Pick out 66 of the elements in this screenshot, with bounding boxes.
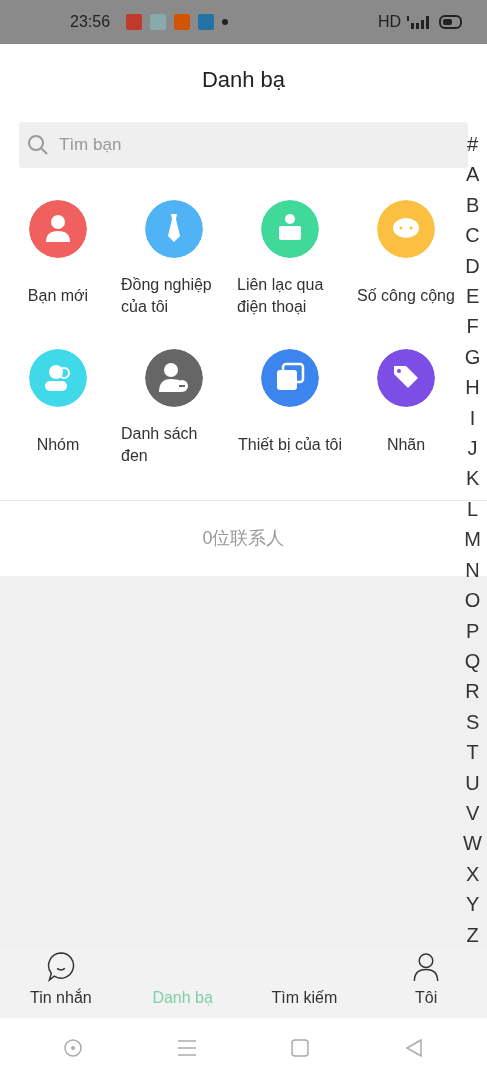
menu-icon[interactable] xyxy=(176,1038,197,1057)
index-letter[interactable]: I xyxy=(469,402,476,434)
chat-icon[interactable] xyxy=(377,200,435,258)
contact-card-icon[interactable] xyxy=(261,200,319,258)
shortcut-label[interactable]: Thiết bị của tôi xyxy=(237,423,343,467)
index-letter[interactable]: Q xyxy=(464,645,481,677)
notification-icon xyxy=(126,14,143,30)
shortcut-label[interactable]: Nhóm xyxy=(36,423,80,467)
index-letter[interactable]: X xyxy=(465,858,480,890)
search-icon xyxy=(27,134,49,156)
battery-icon xyxy=(439,15,463,29)
tag-icon[interactable] xyxy=(377,349,435,407)
index-letter[interactable]: M xyxy=(464,524,481,555)
index-letter[interactable]: D xyxy=(465,250,480,282)
shortcut-label[interactable]: Liên lạc qua điện thoại xyxy=(237,274,343,318)
network-label: HD xyxy=(377,12,401,32)
index-letter[interactable]: Z xyxy=(466,919,479,950)
notification-icon xyxy=(174,14,191,30)
person-icon xyxy=(412,951,441,982)
index-letter[interactable]: U xyxy=(465,767,480,798)
index-letter[interactable]: H xyxy=(465,372,480,403)
tab[interactable]: Tìm kiếm xyxy=(243,950,366,1018)
index-letter[interactable]: P xyxy=(465,615,480,646)
shortcut-label[interactable]: Số công cộng xyxy=(357,274,455,318)
index-letter[interactable]: O xyxy=(464,585,481,616)
search-input[interactable]: Tìm bạn xyxy=(57,131,257,159)
index-letter[interactable]: N xyxy=(465,554,480,586)
back-icon[interactable] xyxy=(404,1037,425,1058)
index-letter[interactable]: A xyxy=(465,159,480,190)
index-letter[interactable]: F xyxy=(466,311,479,342)
notification-icon xyxy=(150,14,167,30)
index-letter[interactable]: W xyxy=(463,828,482,859)
clock-time: 23:56 xyxy=(70,12,111,32)
group-icon[interactable] xyxy=(29,349,87,407)
index-letter[interactable]: J xyxy=(467,433,478,464)
shortcut-label[interactable]: Nhãn xyxy=(386,423,426,467)
index-letter[interactable]: # xyxy=(467,129,479,160)
tab[interactable]: Tin nhắn xyxy=(0,950,122,1018)
person-icon[interactable] xyxy=(29,200,87,258)
index-letter[interactable]: B xyxy=(465,189,480,221)
chat-icon xyxy=(45,951,76,982)
index-letter[interactable]: R xyxy=(465,676,480,707)
shortcut-label[interactable]: Bạn mới xyxy=(27,274,89,318)
notification-icon xyxy=(198,14,215,30)
dot-icon xyxy=(222,19,229,25)
tie-icon[interactable] xyxy=(145,200,203,258)
search-field[interactable]: Tìm bạn xyxy=(19,122,468,168)
index-letter[interactable]: C xyxy=(465,220,480,251)
index-letter[interactable]: T xyxy=(466,737,479,768)
signal-icon xyxy=(405,14,431,30)
page-title: Danh bạ xyxy=(201,66,286,94)
contact-count: 0位联系人 xyxy=(202,527,285,550)
shortcut-label[interactable]: Danh sách đen xyxy=(121,423,227,467)
windows-icon[interactable] xyxy=(261,349,319,407)
index-letter[interactable]: V xyxy=(465,797,480,829)
home-icon[interactable] xyxy=(290,1037,311,1058)
index-letter[interactable]: K xyxy=(465,463,480,494)
tab[interactable]: Tôi xyxy=(365,950,487,1018)
shortcut-label[interactable]: Đồng nghiệp của tôi xyxy=(121,274,227,318)
assistant-icon[interactable] xyxy=(62,1037,83,1058)
index-letter[interactable]: G xyxy=(464,341,481,373)
index-letter[interactable]: S xyxy=(465,706,480,738)
index-letter[interactable]: L xyxy=(467,493,479,525)
index-letter[interactable]: Y xyxy=(465,889,480,920)
index-letter[interactable]: E xyxy=(465,281,480,312)
person-minus-icon[interactable] xyxy=(145,349,203,407)
